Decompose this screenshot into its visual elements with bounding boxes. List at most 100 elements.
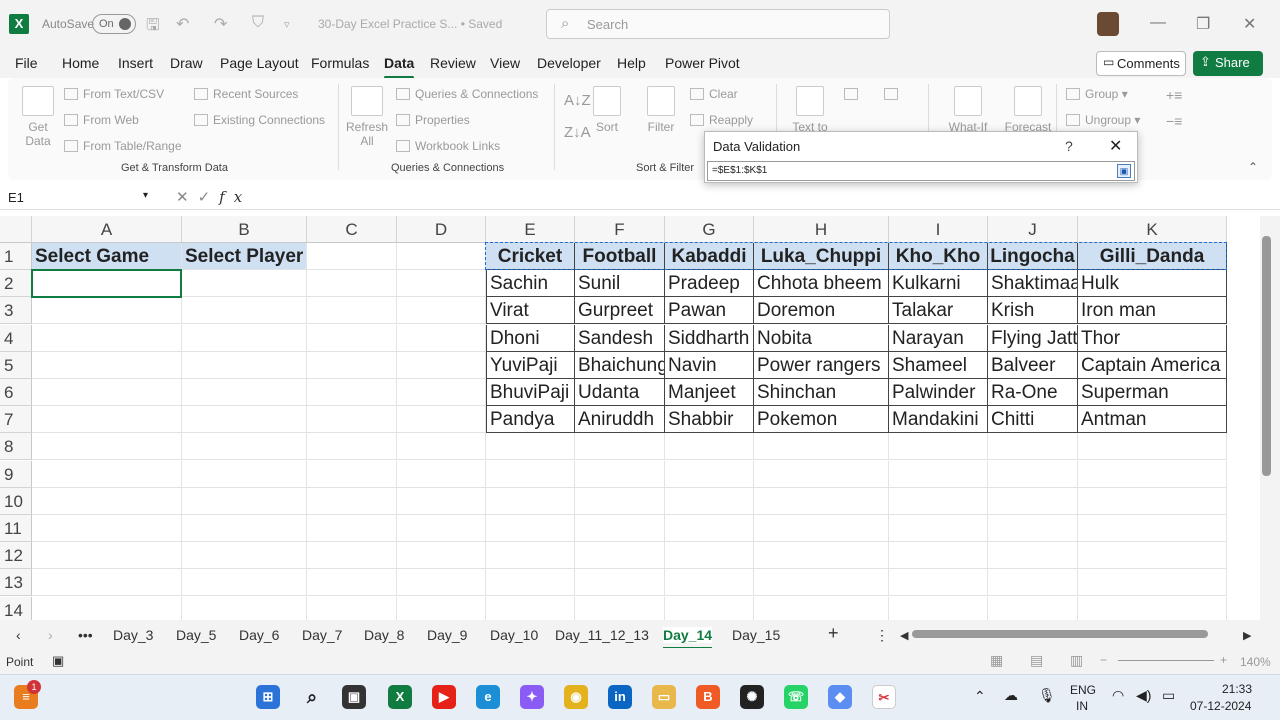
column-header[interactable]: A xyxy=(32,216,182,243)
sheet-tab-day-10[interactable]: Day_10 xyxy=(490,627,538,643)
prev-sheet-icon[interactable]: ‹ xyxy=(16,627,21,643)
table-cell[interactable]: Kulkarni xyxy=(889,270,988,298)
cell[interactable] xyxy=(182,351,307,379)
cell[interactable] xyxy=(397,379,486,406)
sheet-tab-day-14[interactable]: Day_14 xyxy=(663,627,713,649)
column-header[interactable]: J xyxy=(988,216,1078,243)
cell[interactable] xyxy=(182,406,307,434)
cell[interactable] xyxy=(397,596,486,620)
tab-file[interactable]: File xyxy=(15,55,38,71)
tab-view[interactable]: View xyxy=(490,55,520,71)
table-cell[interactable]: Manjeet xyxy=(665,379,754,406)
row-header[interactable]: 3 xyxy=(0,297,32,325)
cell[interactable] xyxy=(889,460,988,488)
tab-help[interactable]: Help xyxy=(617,55,646,71)
cell[interactable] xyxy=(307,515,397,542)
cell[interactable] xyxy=(397,460,486,488)
file-explorer-icon[interactable]: ▭ xyxy=(652,685,676,709)
cell[interactable] xyxy=(665,596,754,620)
cell[interactable] xyxy=(988,487,1078,515)
table-cell[interactable]: Udanta xyxy=(575,379,665,406)
autosave-toggle[interactable]: On xyxy=(92,14,136,34)
tab-insert[interactable]: Insert xyxy=(118,55,153,71)
queries-connections-button[interactable]: Queries & Connections xyxy=(396,87,538,101)
table-cell[interactable]: Doremon xyxy=(754,297,889,325)
collapse-ribbon-icon[interactable]: ⌃ xyxy=(1248,160,1258,174)
sheet-tab-day-3[interactable]: Day_3 xyxy=(113,627,153,643)
table-cell[interactable]: Antman xyxy=(1078,406,1227,434)
close-icon[interactable]: ✕ xyxy=(1109,136,1122,156)
fx-icon[interactable]: fx xyxy=(219,188,251,206)
undo-icon[interactable]: ↶ xyxy=(176,14,189,34)
cell[interactable] xyxy=(754,515,889,542)
table-cell[interactable]: Chhota bheem xyxy=(754,270,889,298)
cell[interactable] xyxy=(575,515,665,542)
zoom-in-icon[interactable]: + xyxy=(1220,653,1227,667)
table-cell[interactable]: Shameel xyxy=(889,351,988,379)
cell[interactable] xyxy=(182,515,307,542)
column-header[interactable]: E xyxy=(486,216,575,243)
properties-button[interactable]: Properties xyxy=(396,113,470,127)
cell[interactable] xyxy=(486,515,575,542)
cell[interactable] xyxy=(32,351,182,379)
table-cell[interactable]: Power rangers xyxy=(754,351,889,379)
filter-button[interactable]: Filter xyxy=(644,86,678,134)
worksheet-grid[interactable]: A B C D E F G H I J K 1 2 3 4 5 6 7 8 9 10 11 12 13 14 Select Gam… xyxy=(0,216,1260,620)
cell[interactable] xyxy=(182,487,307,515)
column-header[interactable]: K xyxy=(1078,216,1227,243)
row-header[interactable]: 2 xyxy=(0,270,32,298)
sheet-tab-day-6[interactable]: Day_6 xyxy=(239,627,279,643)
sheet-tab-day-8[interactable]: Day_8 xyxy=(364,627,404,643)
cell[interactable] xyxy=(486,569,575,597)
filter-qat-icon[interactable]: ⛉ xyxy=(252,14,264,32)
cell[interactable] xyxy=(486,596,575,620)
table-cell[interactable]: Pokemon xyxy=(754,406,889,434)
clock-date[interactable]: 07-12-2024 xyxy=(1190,699,1251,713)
column-header[interactable]: B xyxy=(182,216,307,243)
cell[interactable] xyxy=(754,569,889,597)
enter-icon[interactable]: ✓ xyxy=(198,189,220,206)
cell[interactable] xyxy=(182,433,307,461)
table-cell[interactable]: Pradeep xyxy=(665,270,754,298)
cell[interactable] xyxy=(397,297,486,325)
cell[interactable] xyxy=(32,515,182,542)
row-header[interactable]: 4 xyxy=(0,324,32,352)
recent-sources-button[interactable]: Recent Sources xyxy=(194,87,298,101)
cell[interactable] xyxy=(575,542,665,570)
linkedin-icon[interactable]: in xyxy=(608,685,632,709)
sheet-tab-day-15[interactable]: Day_15 xyxy=(732,627,780,643)
cell[interactable] xyxy=(665,460,754,488)
cell[interactable] xyxy=(182,297,307,325)
cell[interactable] xyxy=(575,460,665,488)
table-cell[interactable]: Shaktimaan xyxy=(988,270,1078,298)
table-cell[interactable]: Hulk xyxy=(1078,270,1227,298)
cell[interactable] xyxy=(575,487,665,515)
table-cell[interactable]: Superman xyxy=(1078,379,1227,406)
restore-icon[interactable]: ❐ xyxy=(1196,14,1210,34)
table-cell[interactable]: Iron man xyxy=(1078,297,1227,325)
table-cell[interactable]: Sunil xyxy=(575,270,665,298)
customize-qat-icon[interactable]: ▿ xyxy=(284,18,290,31)
cell[interactable] xyxy=(307,433,397,461)
table-cell[interactable]: BhuviPaji xyxy=(486,379,575,406)
table-header-cell[interactable]: Gilli_Danda xyxy=(1078,243,1227,270)
cell[interactable] xyxy=(486,542,575,570)
zoom-level[interactable]: 140% xyxy=(1240,655,1271,669)
table-cell[interactable]: Gurpreet xyxy=(575,297,665,325)
tab-power-pivot[interactable]: Power Pivot xyxy=(665,55,740,71)
table-header-cell[interactable]: Kho_Kho xyxy=(889,243,988,270)
vertical-scroll-thumb[interactable] xyxy=(1262,236,1271,476)
cell[interactable] xyxy=(988,433,1078,461)
table-cell[interactable]: Ra-One xyxy=(988,379,1078,406)
document-title[interactable]: 30-Day Excel Practice S... • Saved xyxy=(318,17,502,31)
table-cell[interactable]: Krish xyxy=(988,297,1078,325)
cell[interactable] xyxy=(397,406,486,434)
search-box[interactable]: ⌕ Search xyxy=(546,9,890,39)
cell[interactable] xyxy=(1078,596,1227,620)
cell[interactable] xyxy=(397,487,486,515)
column-header[interactable]: G xyxy=(665,216,754,243)
from-table-range-button[interactable]: From Table/Range xyxy=(64,139,182,153)
cell[interactable] xyxy=(32,487,182,515)
cell[interactable] xyxy=(754,433,889,461)
cell[interactable] xyxy=(754,487,889,515)
